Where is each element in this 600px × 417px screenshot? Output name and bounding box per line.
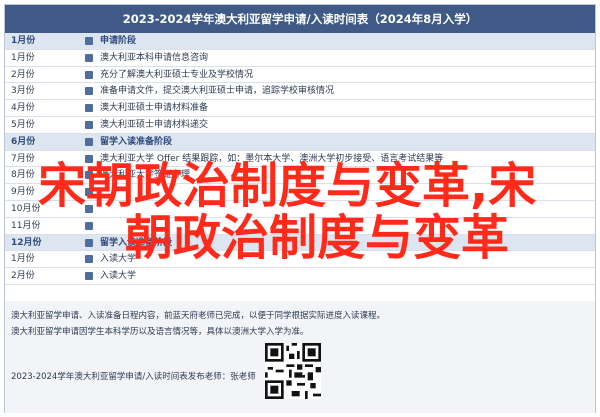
document-icon xyxy=(85,255,93,264)
footer-note-2: 澳大利亚留学申请因学生本科学历以及语言情况等，具体以澳洲大学入学为准。 xyxy=(11,327,309,337)
row-month: 2月份 xyxy=(11,271,35,282)
footer-note-3: 2023-2024学年澳大利亚留学申请/入读时间表发布老师：张老师 xyxy=(11,372,256,382)
row-month: 4月份 xyxy=(11,103,35,114)
document-icon xyxy=(85,238,93,247)
section-row: 6月份 留学入读准备阶段 xyxy=(5,133,595,151)
row-month: 2月份 xyxy=(11,69,35,80)
table-row: 5月份 澳大利亚硕士申请材料递交 xyxy=(5,117,595,134)
document-icon xyxy=(85,87,93,96)
row-month: 7月份 xyxy=(11,153,35,164)
row-month: 11月份 xyxy=(11,220,41,231)
row-month: 6月份 xyxy=(11,136,36,147)
row-text: 澳大利亚硕士申请材料递交 xyxy=(100,119,209,130)
row-month: 1月份 xyxy=(11,36,36,46)
row-text: 充分了解澳大利亚硕士专业及学校情况 xyxy=(100,69,254,80)
row-text: 留学入读准备阶段 xyxy=(100,136,173,147)
table-row: 2月份 入读大学 xyxy=(5,268,595,285)
row-text: 澳大利亚硕士申请材料准备 xyxy=(100,103,209,114)
row-month: 3月份 xyxy=(11,86,35,97)
document-icon xyxy=(85,70,93,79)
document-title: 2023-2024学年澳大利亚留学申请/入读时间表（2024年8月入学） xyxy=(5,5,595,33)
qr-code-icon xyxy=(265,343,321,399)
table-row: 4月份 澳大利亚硕士申请材料准备 xyxy=(5,100,595,117)
document-icon xyxy=(85,272,93,281)
row-month: 12月份 xyxy=(11,237,42,248)
document-icon xyxy=(85,37,93,45)
row-text: 准备申请文件，提交澳大利亚硕士申请，追踪学校审核情况 xyxy=(100,86,335,97)
document-icon xyxy=(85,221,93,230)
document-icon xyxy=(85,137,93,146)
table-row: 2月份 充分了解澳大利亚硕士专业及学校情况 xyxy=(5,67,595,84)
overlay-title-line-2: 朝政治制度与变革 xyxy=(125,210,510,266)
footer-note-1: 澳大利亚留学申请、入读准备日程内容，前蓝天府老师已完成，以便于同学根据实际进度入… xyxy=(11,311,386,321)
row-month: 5月份 xyxy=(11,119,35,130)
row-month: 10月份 xyxy=(11,203,41,214)
row-text: 澳大利亚本科申请信息咨询 xyxy=(100,52,209,63)
section-row: 1月份 申请阶段 xyxy=(5,33,595,50)
overlay-title-line-1: 宋朝政治制度与变革,宋 xyxy=(38,158,537,214)
row-text: 申请阶段 xyxy=(100,36,137,46)
row-month: 1月份 xyxy=(11,254,35,265)
document-icon xyxy=(85,104,93,113)
row-month: 8月份 xyxy=(11,170,35,181)
document-icon xyxy=(85,120,93,129)
row-text: 入读大学 xyxy=(100,271,137,282)
row-month: 9月份 xyxy=(11,187,35,198)
table-row: 3月份 准备申请文件，提交澳大利亚硕士申请，追踪学校审核情况 xyxy=(5,83,595,101)
document-icon xyxy=(85,53,93,62)
row-month: 1月份 xyxy=(11,52,35,63)
table-row: 1月份 澳大利亚本科申请信息咨询 xyxy=(5,50,595,67)
